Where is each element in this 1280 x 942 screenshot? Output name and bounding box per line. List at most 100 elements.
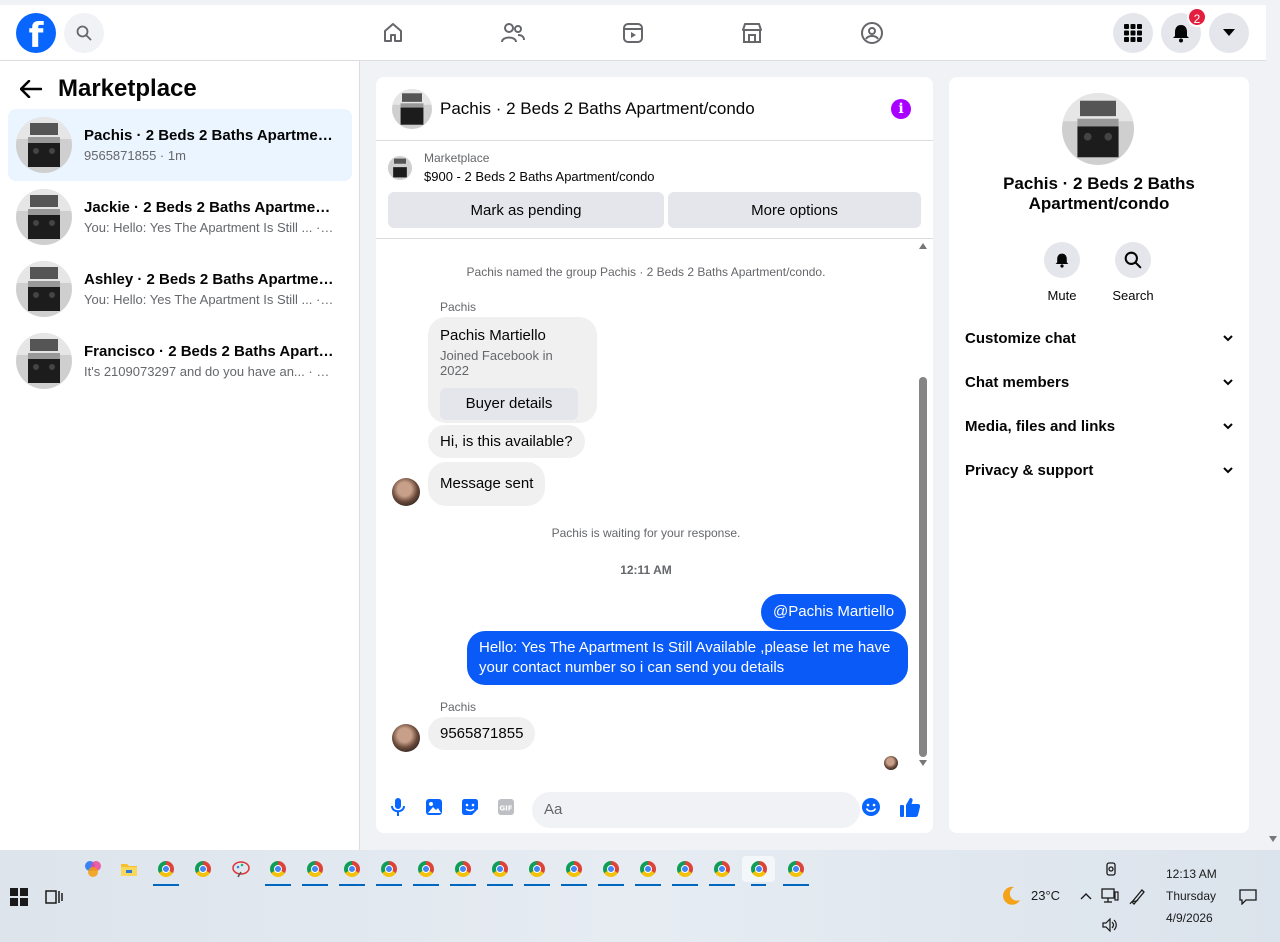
- avatar[interactable]: [392, 478, 420, 506]
- marketplace-tab[interactable]: [736, 17, 768, 49]
- chrome-app[interactable]: [561, 856, 587, 886]
- listing-thumbnail: [16, 189, 72, 245]
- media-files-links-row[interactable]: Media, files and links: [965, 418, 1233, 435]
- clock-day: Thursday: [1166, 889, 1217, 903]
- message-composer: GIF Aa: [376, 783, 933, 833]
- conversation-item[interactable]: Ashley · 2 Beds 2 Baths Apartment/condo …: [8, 253, 352, 325]
- voice-clip-button[interactable]: [386, 795, 410, 819]
- windows-taskbar: 23°C 12:13 AM Thursday 4/9/2026: [0, 850, 1280, 942]
- chat-bubble-icon: [1239, 889, 1257, 905]
- top-navigation-bar: f 2: [0, 5, 1266, 61]
- conversation-item[interactable]: Francisco · 2 Beds 2 Baths Apartment/con…: [8, 325, 352, 397]
- menu-button[interactable]: [1113, 13, 1153, 53]
- chrome-app[interactable]: [302, 856, 328, 886]
- video-tab[interactable]: [617, 17, 649, 49]
- chrome-app[interactable]: [709, 856, 735, 886]
- conversation-item[interactable]: Jackie · 2 Beds 2 Baths Apartment/condo …: [8, 181, 352, 253]
- chrome-app[interactable]: [339, 856, 365, 886]
- start-button[interactable]: [6, 884, 32, 910]
- mark-as-pending-button[interactable]: Mark as pending: [388, 192, 664, 228]
- privacy-support-row[interactable]: Privacy & support: [965, 462, 1233, 479]
- facebook-logo[interactable]: f: [16, 13, 56, 53]
- marketplace-conversation-list: Marketplace Pachis · 2 Beds 2 Baths Apar…: [0, 61, 360, 850]
- marketplace-icon: [742, 23, 762, 43]
- chevron-up-icon: [1080, 893, 1092, 900]
- chrome-app[interactable]: [450, 856, 476, 886]
- chat-members-row[interactable]: Chat members: [965, 374, 1233, 391]
- attach-photo-button[interactable]: [422, 795, 446, 819]
- chrome-app[interactable]: [413, 856, 439, 886]
- conversation-item[interactable]: Pachis · 2 Beds 2 Baths Apartment/condo …: [8, 109, 352, 181]
- clock-time[interactable]: 12:13 AM: [1166, 867, 1217, 881]
- listing-thumbnail: [16, 261, 72, 317]
- pen-tray[interactable]: [1125, 883, 1151, 909]
- home-tab[interactable]: [377, 17, 409, 49]
- notification-center[interactable]: [1235, 884, 1261, 910]
- notifications-button[interactable]: 2: [1161, 7, 1207, 53]
- avatar[interactable]: [392, 724, 420, 752]
- scroll-thumb[interactable]: [919, 377, 927, 757]
- meet-now-tray[interactable]: [1098, 856, 1124, 882]
- info-icon[interactable]: i: [891, 99, 911, 119]
- sticker-button[interactable]: [458, 795, 482, 819]
- account-button[interactable]: [1209, 13, 1249, 53]
- more-options-button[interactable]: More options: [668, 192, 921, 228]
- buyer-details-button[interactable]: Buyer details: [440, 388, 578, 420]
- chrome-app[interactable]: [265, 856, 291, 886]
- search-label: Search: [1112, 288, 1154, 303]
- message-input[interactable]: Aa: [532, 792, 860, 828]
- emoji-button[interactable]: [859, 795, 883, 819]
- task-view-button[interactable]: [41, 884, 67, 910]
- conversation-preview: It's 2109073297 and do you have an... · …: [84, 364, 336, 379]
- sender-name: Pachis: [440, 300, 477, 314]
- task-view-icon: [45, 890, 63, 904]
- friends-tab[interactable]: [497, 17, 529, 49]
- chrome-app[interactable]: [524, 856, 550, 886]
- grid-menu-icon: [1124, 24, 1142, 42]
- chrome-app[interactable]: [672, 856, 698, 886]
- listing-title: $900 - 2 Beds 2 Baths Apartment/condo: [424, 169, 655, 184]
- listing-thumbnail: [16, 333, 72, 389]
- image-icon: [426, 799, 442, 815]
- row-label: Customize chat: [965, 330, 1076, 347]
- chevron-down-icon: [1223, 379, 1233, 386]
- bell-icon: [1055, 253, 1069, 268]
- gif-button[interactable]: GIF: [494, 795, 518, 819]
- folder-icon: [121, 864, 137, 876]
- weather-widget[interactable]: [998, 883, 1024, 909]
- paint-app[interactable]: [228, 856, 254, 882]
- buyer-name: Pachis Martiello: [440, 327, 546, 344]
- search-button[interactable]: [64, 13, 104, 53]
- search-in-chat-button[interactable]: Search: [1103, 242, 1163, 303]
- chrome-app[interactable]: [783, 856, 809, 886]
- chrome-app[interactable]: [190, 856, 216, 882]
- volume-tray[interactable]: [1097, 912, 1123, 938]
- outgoing-message-bubble: Hello: Yes The Apartment Is Still Availa…: [467, 631, 908, 685]
- show-hidden-icons[interactable]: [1073, 883, 1099, 909]
- chrome-app[interactable]: [598, 856, 624, 886]
- windows-icon: [10, 888, 28, 906]
- chrome-app-active[interactable]: [742, 856, 775, 886]
- chat-thumbnail[interactable]: [392, 88, 432, 129]
- chevron-down-icon: [1223, 467, 1233, 474]
- buyer-profile-card: Pachis Martiello Joined Facebook in 2022…: [428, 317, 597, 423]
- chat-scrollbar[interactable]: [919, 243, 927, 766]
- mute-button[interactable]: Mute: [1032, 242, 1092, 303]
- like-button[interactable]: [898, 795, 922, 819]
- network-tray[interactable]: [1097, 883, 1123, 909]
- chat-title[interactable]: Pachis · 2 Beds 2 Baths Apartment/condo: [440, 99, 755, 119]
- file-explorer-app[interactable]: [116, 856, 142, 882]
- chrome-app[interactable]: [487, 856, 513, 886]
- groups-tab[interactable]: [856, 17, 888, 49]
- copilot-icon: [85, 861, 101, 877]
- video-icon: [623, 23, 643, 43]
- listing-thumbnail[interactable]: [1062, 93, 1134, 165]
- chrome-app[interactable]: [635, 856, 661, 886]
- customize-chat-row[interactable]: Customize chat: [965, 330, 1233, 347]
- page-scrollbar[interactable]: [1266, 0, 1280, 850]
- chrome-app[interactable]: [376, 856, 402, 886]
- listing-summary[interactable]: Marketplace $900 - 2 Beds 2 Baths Apartm…: [388, 151, 655, 184]
- chrome-app[interactable]: [153, 856, 179, 886]
- copilot-app[interactable]: [80, 856, 106, 882]
- back-arrow-icon[interactable]: [20, 80, 42, 98]
